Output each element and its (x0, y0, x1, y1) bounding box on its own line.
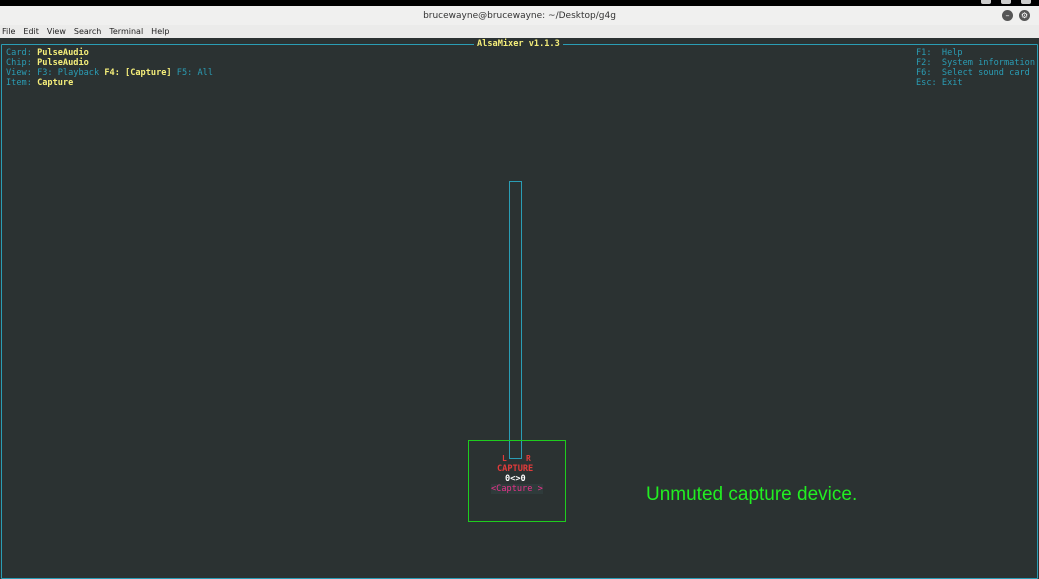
right-channel-label: R (526, 454, 531, 463)
network-icon[interactable] (981, 0, 991, 4)
terminal-area[interactable]: AlsaMixer v1.1.3 Card: PulseAudio Chip: … (0, 38, 1039, 579)
power-icon[interactable] (1021, 0, 1031, 4)
item-value: Capture (37, 78, 74, 88)
key-esc: Esc: (916, 78, 937, 88)
system-tray (981, 0, 1031, 4)
view-all[interactable]: F5: All (177, 68, 213, 78)
menu-bar: File Edit View Search Terminal Help (0, 25, 1039, 39)
menu-search[interactable]: Search (74, 27, 101, 36)
menu-view[interactable]: View (47, 27, 66, 36)
control-name[interactable]: <Capture > (491, 484, 543, 494)
menu-help[interactable]: Help (151, 27, 169, 36)
key-f6: F6: (916, 68, 932, 78)
chip-value: PulseAudio (37, 58, 89, 68)
volume-readout: 0<>0 (505, 474, 526, 484)
card-label: Card: (6, 48, 32, 58)
key-f6-action: Select sound card (941, 68, 1030, 78)
menu-file[interactable]: File (2, 27, 15, 36)
view-label: View: (6, 68, 32, 78)
menu-terminal[interactable]: Terminal (109, 27, 143, 36)
capture-volume-slider[interactable] (509, 181, 522, 459)
settings-icon[interactable]: ⚙ (1019, 10, 1030, 21)
window-title: brucewayne@brucewayne: ~/Desktop/g4g (423, 10, 616, 21)
capture-switch[interactable]: CAPTURE (497, 464, 533, 474)
key-f2: F2: (916, 58, 932, 68)
minimize-icon[interactable]: – (1002, 10, 1013, 21)
alsamixer-title: AlsaMixer v1.1.3 (474, 39, 563, 49)
key-f2-action: System information (941, 58, 1036, 68)
card-value: PulseAudio (37, 48, 89, 58)
window-title-bar: brucewayne@brucewayne: ~/Desktop/g4g – ⚙ (0, 6, 1039, 25)
key-help: F1: Help F2: System information F6: Sele… (916, 48, 1035, 88)
item-label: Item: (6, 78, 32, 88)
control-name-text: <Capture > (491, 484, 543, 494)
key-f1-action: Help (941, 48, 963, 58)
volume-icon[interactable] (1001, 0, 1011, 4)
view-playback[interactable]: F3: Playback (37, 68, 99, 78)
left-channel-label: L (502, 454, 507, 463)
mixer-info: Card: PulseAudio Chip: PulseAudio View: … (6, 48, 213, 88)
view-capture-selected[interactable]: F4: [Capture] (104, 68, 171, 78)
key-f1: F1: (916, 48, 932, 58)
key-esc-action: Exit (941, 78, 963, 88)
annotation-text: Unmuted capture device. (646, 484, 858, 505)
chip-label: Chip: (6, 58, 32, 68)
menu-edit[interactable]: Edit (23, 27, 39, 36)
